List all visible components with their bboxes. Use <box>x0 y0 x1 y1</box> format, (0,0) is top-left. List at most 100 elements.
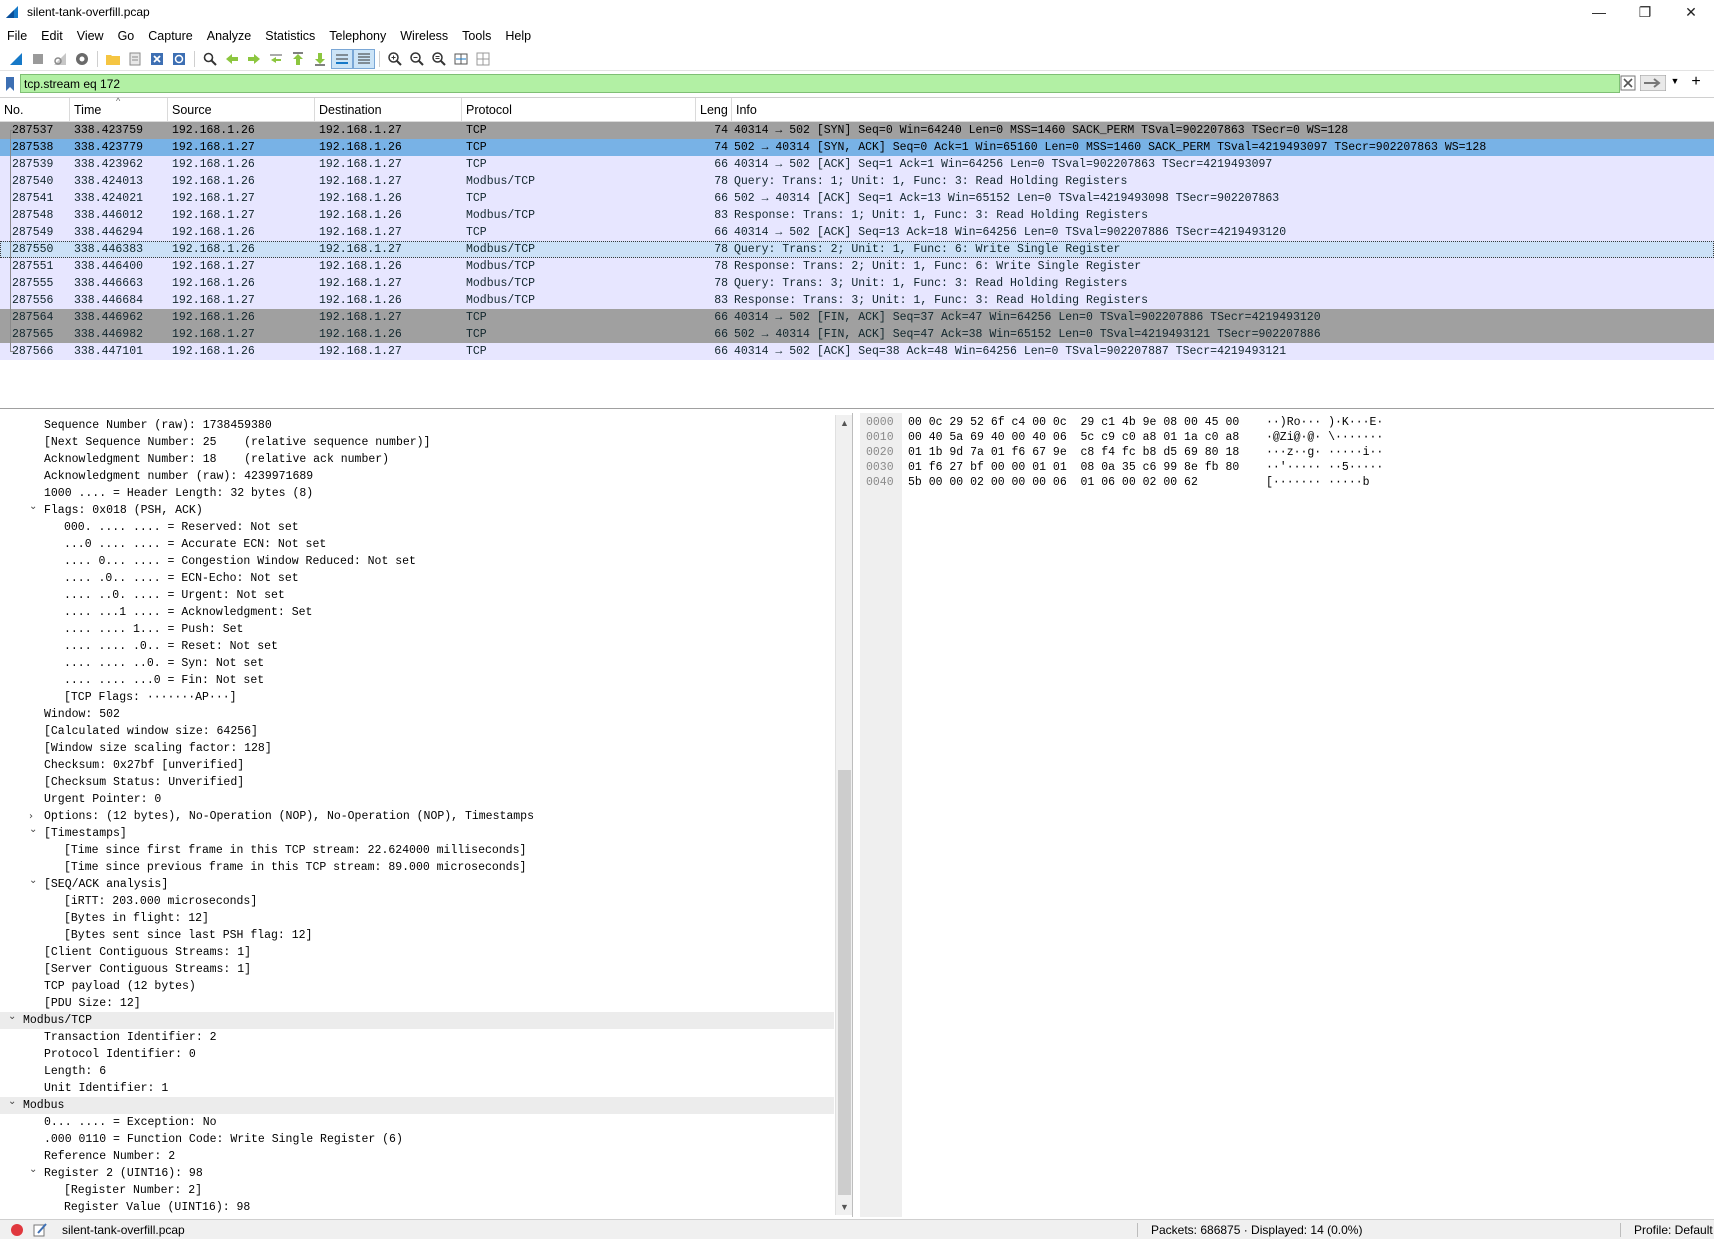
display-filter-input[interactable]: tcp.stream eq 172 <box>20 74 1620 93</box>
menu-analyze[interactable]: Analyze <box>200 29 258 43</box>
go-back-button[interactable] <box>221 49 243 69</box>
first-packet-button[interactable] <box>287 49 309 69</box>
detail-tree-item[interactable]: TCP payload (12 bytes) <box>0 978 834 995</box>
bytes-row[interactable]: 0000 00 0c 29 52 6f c4 00 0c 29 c1 4b 9e … <box>860 415 1714 430</box>
detail-tree-item[interactable]: .... .... ...0 = Fin: Not set <box>0 672 834 689</box>
detail-tree-item[interactable]: ⌄ Flags: 0x018 (PSH, ACK) <box>0 501 834 519</box>
detail-tree-item[interactable]: [Client Contiguous Streams: 1] <box>0 944 834 961</box>
detail-tree-item[interactable]: [Bytes sent since last PSH flag: 12] <box>0 927 834 944</box>
detail-tree-item[interactable]: [Time since previous frame in this TCP s… <box>0 859 834 876</box>
detail-tree-item[interactable]: [Next Sequence Number: 25 (relative sequ… <box>0 434 834 451</box>
menu-telephony[interactable]: Telephony <box>322 29 393 43</box>
chevron-down-icon[interactable]: ⌄ <box>29 1161 41 1178</box>
go-to-packet-button[interactable] <box>265 49 287 69</box>
packet-row[interactable]: 287556 338.446684 192.168.1.27 192.168.1.26… <box>0 292 1714 309</box>
packet-row[interactable]: 287555 338.446663 192.168.1.26 192.168.1.27… <box>0 275 1714 292</box>
zoom-reset-button[interactable] <box>428 49 450 69</box>
packet-row[interactable]: 287551 338.446400 192.168.1.27 192.168.1.26… <box>0 258 1714 275</box>
packet-row[interactable]: 287540 338.424013 192.168.1.26 192.168.1.27… <box>0 173 1714 190</box>
go-forward-button[interactable] <box>243 49 265 69</box>
bytes-row[interactable]: 0030 01 f6 27 bf 00 00 01 01 08 0a 35 c6 … <box>860 460 1714 475</box>
packet-row[interactable]: 287537 338.423759 192.168.1.26 192.168.1.27… <box>0 122 1714 139</box>
packet-row[interactable]: 287550 338.446383 192.168.1.26 192.168.1.27… <box>0 241 1714 258</box>
column-header-destination[interactable]: Destination <box>315 98 462 122</box>
save-file-button[interactable] <box>124 49 146 69</box>
packet-row[interactable]: 287539 338.423962 192.168.1.26 192.168.1.27… <box>0 156 1714 173</box>
detail-tree-item[interactable]: .... .... 1... = Push: Set <box>0 621 834 638</box>
detail-tree-item[interactable]: [iRTT: 203.000 microseconds] <box>0 893 834 910</box>
column-header-no[interactable]: No. <box>0 98 70 122</box>
detail-tree-item[interactable]: Checksum: 0x27bf [unverified] <box>0 757 834 774</box>
chevron-down-icon[interactable]: ⌄ <box>8 1008 20 1025</box>
detail-tree-item[interactable]: .... 0... .... = Congestion Window Reduc… <box>0 553 834 570</box>
packet-row[interactable]: 287565 338.446982 192.168.1.27 192.168.1.26… <box>0 326 1714 343</box>
detail-tree-item[interactable]: › Options: (12 bytes), No-Operation (NOP)… <box>0 808 834 825</box>
detail-tree-item[interactable]: Transaction Identifier: 2 <box>0 1029 834 1046</box>
packet-row[interactable]: 287564 338.446962 192.168.1.26 192.168.1.27… <box>0 309 1714 326</box>
auto-scroll-button[interactable] <box>331 48 353 69</box>
detail-tree-item[interactable]: [TCP Flags: ·······AP···] <box>0 689 834 706</box>
detail-tree-item[interactable]: .... .... .0.. = Reset: Not set <box>0 638 834 655</box>
menu-statistics[interactable]: Statistics <box>258 29 322 43</box>
menu-file[interactable]: File <box>0 29 34 43</box>
bytes-row[interactable]: 0040 5b 00 00 02 00 00 00 06 01 06 00 02 … <box>860 475 1714 490</box>
detail-tree-item[interactable]: Unit Identifier: 1 <box>0 1080 834 1097</box>
clear-filter-button[interactable] <box>1620 75 1636 91</box>
detail-tree-item[interactable]: [Bytes in flight: 12] <box>0 910 834 927</box>
chevron-down-icon[interactable]: ⌄ <box>29 872 41 889</box>
detail-tree-item[interactable]: 000. .... .... = Reserved: Not set <box>0 519 834 536</box>
menu-capture[interactable]: Capture <box>141 29 199 43</box>
close-button[interactable]: ✕ <box>1668 0 1714 24</box>
detail-tree-item[interactable]: Window: 502 <box>0 706 834 723</box>
restart-capture-button[interactable] <box>49 49 71 69</box>
detail-tree-item[interactable]: [Register Number: 2] <box>0 1182 834 1199</box>
filter-bookmark-button[interactable] <box>0 74 20 94</box>
detail-tree-item[interactable]: .... ..0. .... = Urgent: Not set <box>0 587 834 604</box>
detail-tree-item[interactable]: Length: 6 <box>0 1063 834 1080</box>
detail-tree-item[interactable]: Protocol Identifier: 0 <box>0 1046 834 1063</box>
expert-info-icon[interactable] <box>10 1223 24 1237</box>
detail-tree-item[interactable]: Acknowledgment Number: 18 (relative ack … <box>0 451 834 468</box>
resize-columns-button[interactable] <box>450 49 472 69</box>
apply-filter-button[interactable] <box>1639 74 1667 92</box>
detail-tree-item[interactable]: [Window size scaling factor: 128] <box>0 740 834 757</box>
details-scrollbar[interactable]: ▲ ▼ <box>835 415 852 1215</box>
detail-tree-item[interactable]: ⌄ [SEQ/ACK analysis] <box>0 875 834 893</box>
column-header-length[interactable]: Leng <box>696 98 732 122</box>
chevron-down-icon[interactable]: ⌄ <box>29 821 41 838</box>
detail-tree-item[interactable]: .... ...1 .... = Acknowledgment: Set <box>0 604 834 621</box>
stop-capture-button[interactable] <box>27 49 49 69</box>
column-header-protocol[interactable]: Protocol <box>462 98 696 122</box>
reload-file-button[interactable] <box>168 49 190 69</box>
chevron-down-icon[interactable]: ▼ <box>1669 76 1681 90</box>
menu-edit[interactable]: Edit <box>34 29 70 43</box>
menu-view[interactable]: View <box>70 29 111 43</box>
colorize-button[interactable] <box>353 48 375 69</box>
find-packet-button[interactable] <box>199 49 221 69</box>
detail-tree-item[interactable]: [Calculated window size: 64256] <box>0 723 834 740</box>
chevron-down-icon[interactable]: ⌄ <box>8 1093 20 1110</box>
scroll-thumb[interactable] <box>838 770 851 1195</box>
detail-tree-item[interactable]: Urgent Pointer: 0 <box>0 791 834 808</box>
last-packet-button[interactable] <box>309 49 331 69</box>
scroll-down-arrow-icon[interactable]: ▼ <box>836 1199 853 1215</box>
detail-tree-item[interactable]: 0... .... = Exception: No <box>0 1114 834 1131</box>
detail-tree-item[interactable]: ⌄ Modbus/TCP <box>0 1011 834 1029</box>
detail-tree-item[interactable]: Acknowledgment number (raw): 4239971689 <box>0 468 834 485</box>
bytes-row[interactable]: 0010 00 40 5a 69 40 00 40 06 5c c9 c0 a8 … <box>860 430 1714 445</box>
scroll-up-arrow-icon[interactable]: ▲ <box>836 415 853 431</box>
detail-tree-item[interactable]: .000 0110 = Function Code: Write Single … <box>0 1131 834 1148</box>
edit-comment-icon[interactable] <box>32 1222 48 1238</box>
detail-tree-item[interactable]: ⌄ Modbus <box>0 1096 834 1114</box>
minimize-button[interactable]: — <box>1576 0 1622 24</box>
layout-button[interactable] <box>472 49 494 69</box>
detail-tree-item[interactable]: [Server Contiguous Streams: 1] <box>0 961 834 978</box>
packet-row[interactable]: 287541 338.424021 192.168.1.27 192.168.1.26… <box>0 190 1714 207</box>
add-filter-button[interactable]: + <box>1688 73 1704 93</box>
capture-options-button[interactable] <box>71 49 93 69</box>
packet-row[interactable]: 287549 338.446294 192.168.1.26 192.168.1.27… <box>0 224 1714 241</box>
bytes-row[interactable]: 0020 01 1b 9d 7a 01 f6 67 9e c8 f4 fc b8 … <box>860 445 1714 460</box>
column-header-source[interactable]: Source <box>168 98 315 122</box>
packet-row[interactable]: 287548 338.446012 192.168.1.27 192.168.1.26… <box>0 207 1714 224</box>
detail-tree-item[interactable]: ...0 .... .... = Accurate ECN: Not set <box>0 536 834 553</box>
